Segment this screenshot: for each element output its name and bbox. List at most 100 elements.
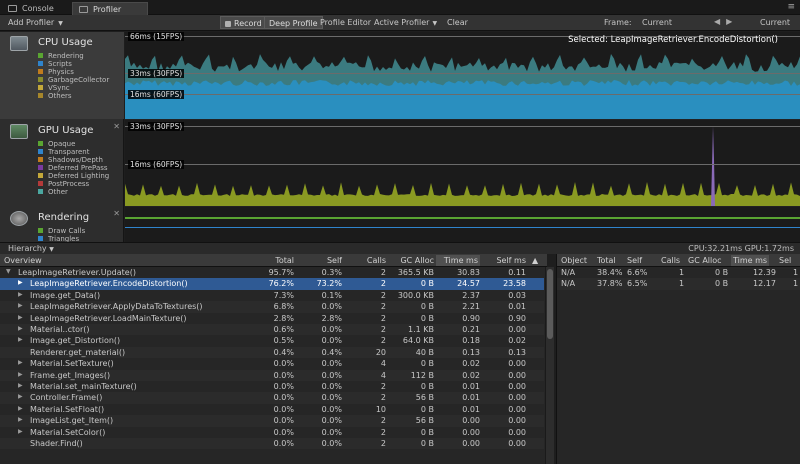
legend-swatch[interactable] xyxy=(38,85,43,90)
table-row[interactable]: ▶ Controller.Frame() 0.0% 0.0% 2 56 B 0.01 0.00 xyxy=(0,392,544,404)
table-row[interactable]: ▶ Material..ctor() 0.6% 0.0% 2 1.1 KB 0.21 0.00 xyxy=(0,324,544,336)
table-row[interactable]: ▶ LeapImageRetriever.EncodeDistortion() 76… xyxy=(0,278,544,290)
legend-swatch[interactable] xyxy=(38,181,43,186)
record-button[interactable]: Record xyxy=(220,16,267,29)
table-row[interactable]: Shader.Find() 0.0% 0.0% 2 0 B 0.00 0.00 xyxy=(0,438,544,450)
header-self[interactable]: Self xyxy=(627,256,642,265)
expand-icon[interactable]: ▶ xyxy=(18,302,23,309)
legend-item[interactable]: Rendering xyxy=(38,52,109,60)
legend-swatch[interactable] xyxy=(38,189,43,194)
header-calls[interactable]: Calls xyxy=(356,256,386,265)
header-total[interactable]: Total xyxy=(262,256,294,265)
legend-item[interactable]: Scripts xyxy=(38,60,109,68)
header-calls[interactable]: Calls xyxy=(661,256,680,265)
clear-button[interactable]: Clear xyxy=(443,16,472,29)
legend-item[interactable]: Others xyxy=(38,92,109,100)
current-frame-button[interactable]: Current xyxy=(760,18,790,27)
table-row[interactable]: ▶ Material.set_mainTexture() 0.0% 0.0% 2 0 B 0… xyxy=(0,381,544,392)
table-row[interactable]: Renderer.get_material() 0.4% 0.4% 20 40 B 0.1… xyxy=(0,346,544,359)
table-row[interactable]: ▶ Material.SetFloat() 0.0% 0.0% 10 0 B 0.01 0.0… xyxy=(0,404,544,415)
table-row[interactable]: ▶ Image.get_Distortion() 0.5% 0.0% 2 64.0 KB 0… xyxy=(0,335,544,346)
close-icon[interactable]: ✕ xyxy=(113,209,120,218)
table-row[interactable]: ▶ LeapImageRetriever.ApplyDataToTextures(… xyxy=(0,301,544,313)
header-self-ms[interactable]: Self ms xyxy=(484,256,526,265)
expand-icon[interactable]: ▶ xyxy=(18,371,23,378)
legend-swatch[interactable] xyxy=(38,228,43,233)
legend-swatch[interactable] xyxy=(38,149,43,154)
table-row[interactable]: ▶ ImageList.get_Item() 0.0% 0.0% 2 56 B 0.00 0.… xyxy=(0,415,544,427)
deep-profile-button[interactable]: Deep Profile xyxy=(264,16,323,29)
next-frame-icon[interactable]: ▶ xyxy=(726,17,738,26)
header-object[interactable]: Object xyxy=(561,256,587,265)
table-row[interactable]: ▶ Material.SetTexture() 0.0% 0.0% 4 0 B 0.02 0.… xyxy=(0,358,544,369)
legend-swatch[interactable] xyxy=(38,53,43,58)
legend-item[interactable]: Transparent xyxy=(38,148,109,156)
frame-step-controls[interactable]: ◀▶ xyxy=(714,17,738,26)
add-profiler-dropdown[interactable]: Add Profiler ▼ xyxy=(8,18,63,27)
hierarchy-scrollbar[interactable] xyxy=(545,267,554,464)
legend-item[interactable]: Deferred PrePass xyxy=(38,164,109,172)
expand-icon[interactable]: ▶ xyxy=(18,359,23,366)
expand-icon[interactable]: ▶ xyxy=(18,325,23,332)
table-row[interactable]: ▶ LeapImageRetriever.LoadMainTexture() 2.8… xyxy=(0,313,544,324)
legend-item[interactable]: Shadows/Depth xyxy=(38,156,109,164)
scrollbar-thumb[interactable] xyxy=(547,269,553,339)
legend-item[interactable]: VSync xyxy=(38,84,109,92)
header-gc-alloc[interactable]: GC Alloc xyxy=(688,256,722,265)
gpu-usage-graph[interactable]: 33ms (30FPS) 16ms (60FPS) xyxy=(125,120,800,206)
object-row[interactable]: N/A 37.8% 6.5% 1 0 B 12.17 1 xyxy=(557,278,800,290)
table-row[interactable]: ▶ Material.SetColor() 0.0% 0.0% 2 0 B 0.00 0.00 xyxy=(0,427,544,438)
collapse-icon[interactable]: ▼ xyxy=(6,268,11,275)
table-row[interactable]: ▶ Frame.get_Images() 0.0% 0.0% 4 112 B 0.02 0.0… xyxy=(0,369,544,381)
expand-icon[interactable]: ▶ xyxy=(18,382,23,389)
legend-swatch[interactable] xyxy=(38,165,43,170)
object-row[interactable]: N/A 38.4% 6.6% 1 0 B 12.39 1 xyxy=(557,267,800,278)
expand-icon[interactable]: ▶ xyxy=(18,428,23,435)
header-gc-alloc[interactable]: GC Alloc xyxy=(392,256,434,265)
expand-icon[interactable]: ▶ xyxy=(18,279,23,286)
legend-swatch[interactable] xyxy=(38,157,43,162)
tab-console[interactable]: Console xyxy=(2,2,64,15)
profiler-graph-area[interactable]: 66ms (15FPS) 33ms (30FPS) 16ms (60FPS) S… xyxy=(125,32,800,242)
header-time-ms[interactable]: Time ms xyxy=(436,255,480,266)
legend-item[interactable]: Opaque xyxy=(38,140,109,148)
expand-icon[interactable]: ▶ xyxy=(18,416,23,423)
legend-swatch[interactable] xyxy=(38,69,43,74)
legend-item[interactable]: Deferred Lighting xyxy=(38,172,109,180)
expand-icon[interactable]: ▶ xyxy=(18,291,23,298)
module-rendering[interactable]: Rendering ✕ Draw Calls Triangles xyxy=(0,207,124,243)
legend-item[interactable]: Other xyxy=(38,188,109,196)
header-self[interactable]: Self xyxy=(312,256,342,265)
legend-item[interactable]: Draw Calls xyxy=(38,227,85,235)
profile-editor-button[interactable]: Profile Editor xyxy=(316,16,375,29)
sort-ascending-icon[interactable]: ▲ xyxy=(532,256,538,265)
tab-profiler[interactable]: Profiler xyxy=(72,2,148,15)
legend-item[interactable]: Physics xyxy=(38,68,109,76)
expand-icon[interactable]: ▶ xyxy=(18,336,23,343)
header-total[interactable]: Total xyxy=(597,256,616,265)
expand-icon[interactable]: ▶ xyxy=(18,393,23,400)
legend-item[interactable]: PostProcess xyxy=(38,180,109,188)
rendering-graph[interactable] xyxy=(125,207,800,242)
active-profiler-dropdown[interactable]: Active Profiler ▼ xyxy=(370,16,441,29)
module-gpu-usage[interactable]: GPU Usage ✕ Opaque Transparent Shadows/Dep… xyxy=(0,120,124,206)
legend-swatch[interactable] xyxy=(38,93,43,98)
expand-icon[interactable]: ▶ xyxy=(18,405,23,412)
legend-swatch[interactable] xyxy=(38,141,43,146)
legend-swatch[interactable] xyxy=(38,173,43,178)
legend-swatch[interactable] xyxy=(38,236,43,241)
table-row[interactable]: ▼ LeapImageRetriever.Update() 95.7% 0.3% 2 36… xyxy=(0,267,544,278)
header-self-ms[interactable]: Sel xyxy=(779,256,791,265)
cpu-usage-graph[interactable]: 66ms (15FPS) 33ms (30FPS) 16ms (60FPS) S… xyxy=(125,32,800,119)
expand-icon[interactable]: ▶ xyxy=(18,314,23,321)
header-overview[interactable]: Overview xyxy=(4,256,42,265)
prev-frame-icon[interactable]: ◀ xyxy=(714,17,726,26)
tab-menu-icon[interactable]: ≡ xyxy=(787,2,796,12)
header-time-ms[interactable]: Time ms xyxy=(731,255,770,266)
legend-item[interactable]: GarbageCollector xyxy=(38,76,109,84)
module-cpu-usage[interactable]: CPU Usage Rendering Scripts Physics Garbage… xyxy=(0,32,124,119)
view-mode-dropdown[interactable]: Hierarchy ▼ xyxy=(8,244,54,253)
legend-swatch[interactable] xyxy=(38,61,43,66)
close-icon[interactable]: ✕ xyxy=(113,122,120,131)
table-row[interactable]: ▶ Image.get_Data() 7.3% 0.1% 2 300.0 KB 2.37 0.… xyxy=(0,290,544,301)
